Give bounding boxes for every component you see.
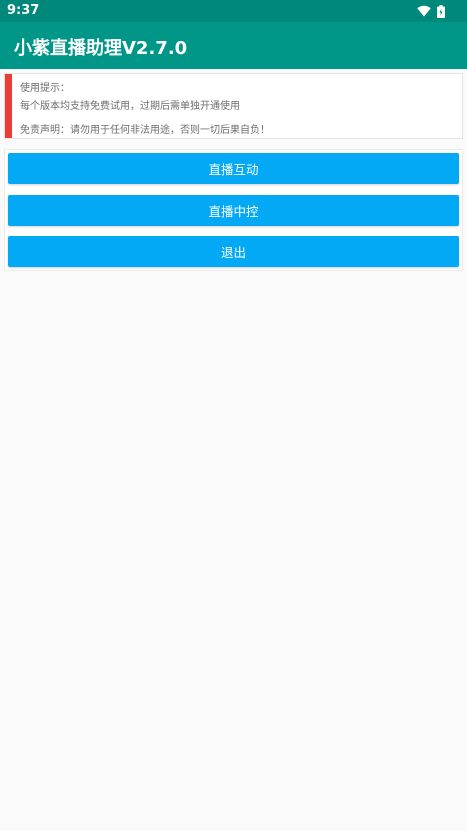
notice-accent-bar xyxy=(5,74,12,138)
usage-tip-heading: 使用提示： xyxy=(20,83,70,94)
status-icons xyxy=(417,3,445,19)
disclaimer-text: 免责声明：请勿用于任何非法用途，否则一切后果自负！ xyxy=(20,125,270,136)
live-control-button[interactable]: 直播中控 xyxy=(8,195,459,226)
usage-tip-text: 每个版本均支持免费试用，过期后需单独开通使用 xyxy=(20,101,240,112)
live-interaction-button[interactable]: 直播互动 xyxy=(8,153,459,184)
app-bar: 小紫直播助理V2.7.0 xyxy=(0,22,467,69)
notice-card: 使用提示： 每个版本均支持免费试用，过期后需单独开通使用 免责声明：请勿用于任何… xyxy=(4,73,463,139)
wifi-icon xyxy=(417,5,431,17)
battery-icon xyxy=(437,4,445,18)
app-title: 小紫直播助理V2.7.0 xyxy=(14,38,188,59)
exit-button[interactable]: 退出 xyxy=(8,236,459,267)
status-bar: 9:37 xyxy=(0,0,467,22)
button-panel: 直播互动 直播中控 退出 xyxy=(4,149,463,271)
status-time: 9:37 xyxy=(7,3,40,18)
